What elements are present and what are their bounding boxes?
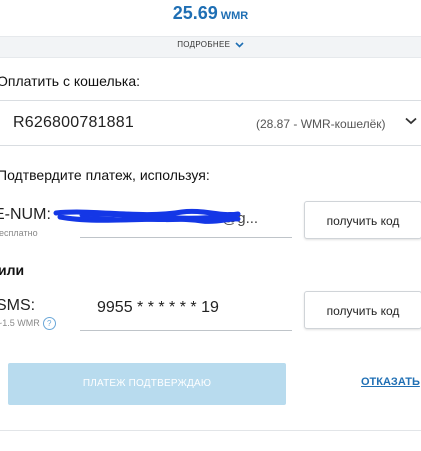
enum-subtitle: бесплатно <box>0 228 38 238</box>
chevron-down-icon[interactable] <box>405 117 417 125</box>
payment-amount: 25.69 WMR <box>0 3 421 24</box>
cancel-link[interactable]: ОТКАЗАТЬ <box>361 376 420 388</box>
redaction-scribble-icon <box>53 208 241 224</box>
details-toggle[interactable]: ПОДРОБНЕЕ <box>0 40 421 49</box>
sms-code-input[interactable]: 9955 * * * * * * 19 <box>97 299 219 317</box>
sms-cost: ~1.5 WMR <box>0 317 40 328</box>
sms-input-underline <box>80 330 292 331</box>
amount-value: 25.69 <box>172 3 218 23</box>
amount-currency: WMR <box>220 10 249 22</box>
or-label: или <box>0 262 25 278</box>
confirm-method-label: Подтвердите платеж, используя: <box>0 167 210 183</box>
confirm-payment-button[interactable]: ПЛАТЕЖ ПОДТВЕРЖДАЮ <box>8 363 286 405</box>
wallet-label: Оплатить с кошелька: <box>0 73 141 89</box>
chevron-down-icon <box>235 42 244 48</box>
help-icon[interactable]: ? <box>42 317 56 330</box>
enum-get-code-button[interactable]: получить код <box>304 201 421 239</box>
wallet-number: R626800781881 <box>13 114 134 131</box>
sms-get-code-button[interactable]: получить код <box>304 291 421 329</box>
details-label: ПОДРОБНЕЕ <box>177 40 231 49</box>
enum-input-underline <box>80 237 292 238</box>
divider <box>0 430 421 431</box>
wallet-balance: (28.87 - WMR-кошелёк) <box>256 117 386 131</box>
enum-title: E-NUM: <box>0 206 51 223</box>
sms-title: SMS: <box>0 297 36 314</box>
sms-cost-wrap: ~1.5 WMR? <box>0 317 56 330</box>
